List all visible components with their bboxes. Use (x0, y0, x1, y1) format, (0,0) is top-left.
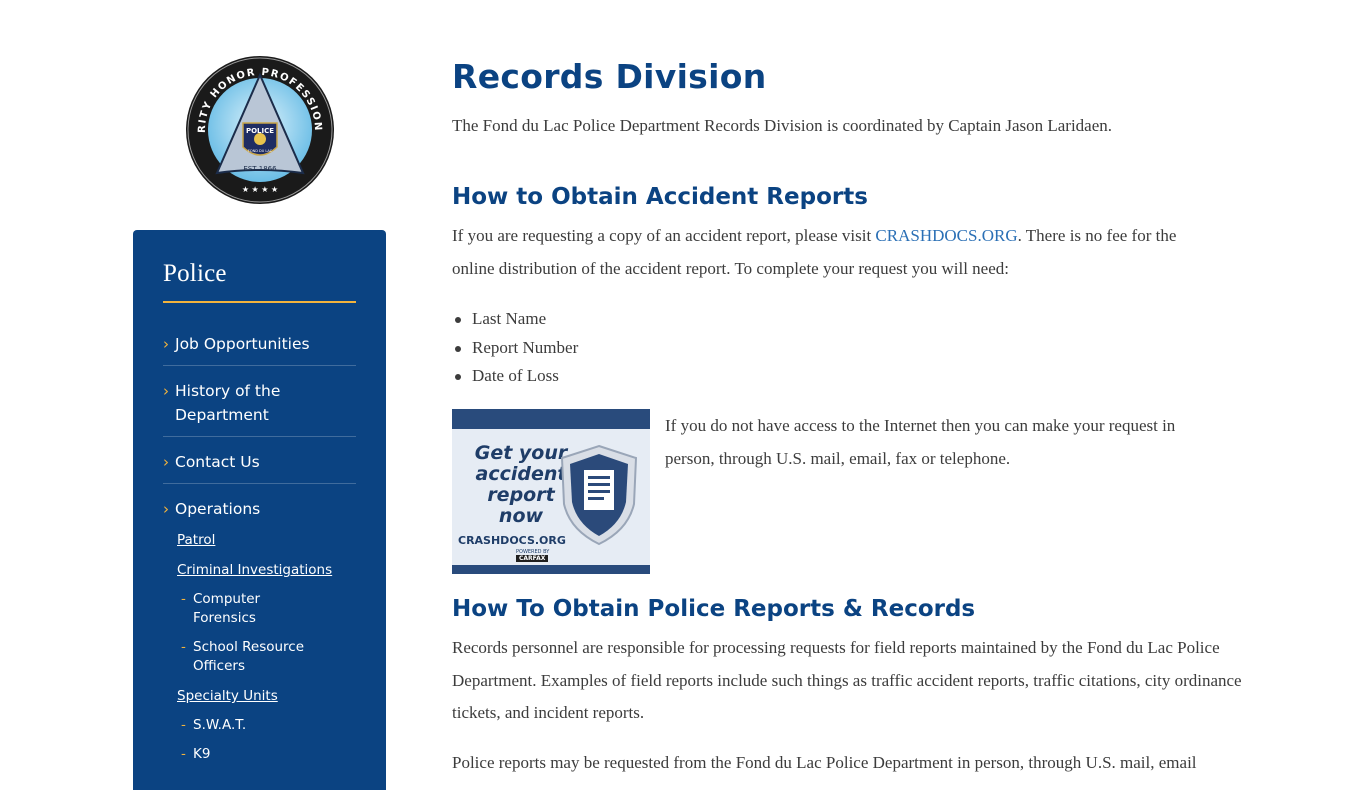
requirements-list: Last Name Report Number Date of Loss (452, 305, 578, 391)
list-item: Date of Loss (452, 362, 578, 391)
police-reports-paragraph: Records personnel are responsible for pr… (452, 638, 1242, 722)
sidebar-item-contact-us[interactable]: › Contact Us (163, 450, 356, 474)
crashdocs-banner-image[interactable]: Get your accident report now CRASHDOCS.O… (452, 409, 650, 574)
sidebar-item-label: Job Opportunities (175, 335, 310, 353)
sidebar-subitem-label: K9 (193, 746, 211, 762)
offline-request-paragraph: If you do not have access to the Interne… (665, 416, 1176, 468)
chevron-right-icon: › (163, 500, 169, 518)
sidebar-item-job-opportunities[interactable]: › Job Opportunities (163, 332, 356, 356)
page-title: Records Division (452, 57, 767, 96)
list-item: Last Name (452, 305, 578, 334)
accident-reports-heading: How to Obtain Accident Reports (452, 184, 868, 210)
accident-text-before: If you are requesting a copy of an accid… (452, 226, 876, 245)
police-badge-logo: POLICE FOND DU LAC EST 1866 INTEGRITY HO… (185, 55, 334, 204)
police-reports-request-paragraph: Police reports may be requested from the… (452, 753, 1197, 772)
sidebar-subitem-swat[interactable]: - S.W.A.T. (181, 716, 351, 735)
document-shield-icon (560, 444, 638, 546)
dash-bullet-icon: - (181, 639, 186, 655)
carfax-logo: CARFAX (516, 555, 549, 562)
sidebar-subitem-computer-forensics[interactable]: - Computer Forensics (181, 590, 351, 628)
sidebar-subitem-label: S.W.A.T. (193, 717, 247, 733)
list-item: Report Number (452, 334, 578, 363)
sidebar-subitem-label: School Resource Officers (193, 639, 305, 674)
banner-site-text: CRASHDOCS.ORG (458, 534, 566, 547)
nav-divider (163, 436, 356, 437)
chevron-right-icon: › (163, 382, 169, 400)
sidebar-item-operations[interactable]: › Operations (163, 497, 356, 521)
crashdocs-link[interactable]: CRASHDOCS.ORG (875, 226, 1017, 245)
nav-divider (163, 365, 356, 366)
dash-bullet-icon: - (181, 591, 186, 607)
chevron-right-icon: › (163, 335, 169, 353)
chevron-right-icon: › (163, 453, 169, 471)
intro-paragraph: The Fond du Lac Police Department Record… (452, 116, 1113, 135)
dash-bullet-icon: - (181, 746, 186, 762)
sidebar-title: Police (163, 260, 227, 287)
sidebar-item-label: Contact Us (175, 453, 260, 471)
sidebar-item-history[interactable]: › History of the Department (163, 379, 356, 427)
sidebar-subitem-criminal-investigations[interactable]: Criminal Investigations (177, 561, 332, 579)
sidebar-nav: Police › Job Opportunities › History of … (133, 230, 386, 790)
sidebar-item-label: History of the Department (175, 382, 281, 424)
svg-text:★ ★ ★ ★: ★ ★ ★ ★ (242, 185, 278, 194)
sidebar-subitem-specialty-units[interactable]: Specialty Units (177, 687, 278, 705)
sidebar-subitem-label: Computer Forensics (193, 591, 261, 626)
accident-paragraph: If you are requesting a copy of an accid… (452, 220, 1212, 285)
sidebar-subitem-school-resource-officers[interactable]: - School Resource Officers (181, 638, 351, 676)
police-reports-heading: How To Obtain Police Reports & Records (452, 596, 976, 622)
badge-city-text: FOND DU LAC (248, 149, 273, 153)
dash-bullet-icon: - (181, 717, 186, 733)
sidebar-item-label: Operations (175, 500, 261, 518)
badge-center-text: POLICE (246, 127, 274, 135)
badge-est-text: EST 1866 (243, 165, 277, 173)
sidebar-subitem-patrol[interactable]: Patrol (177, 531, 215, 549)
nav-divider (163, 483, 356, 484)
sidebar-title-rule (163, 301, 356, 303)
sidebar-subitem-k9[interactable]: - K9 (181, 745, 351, 764)
